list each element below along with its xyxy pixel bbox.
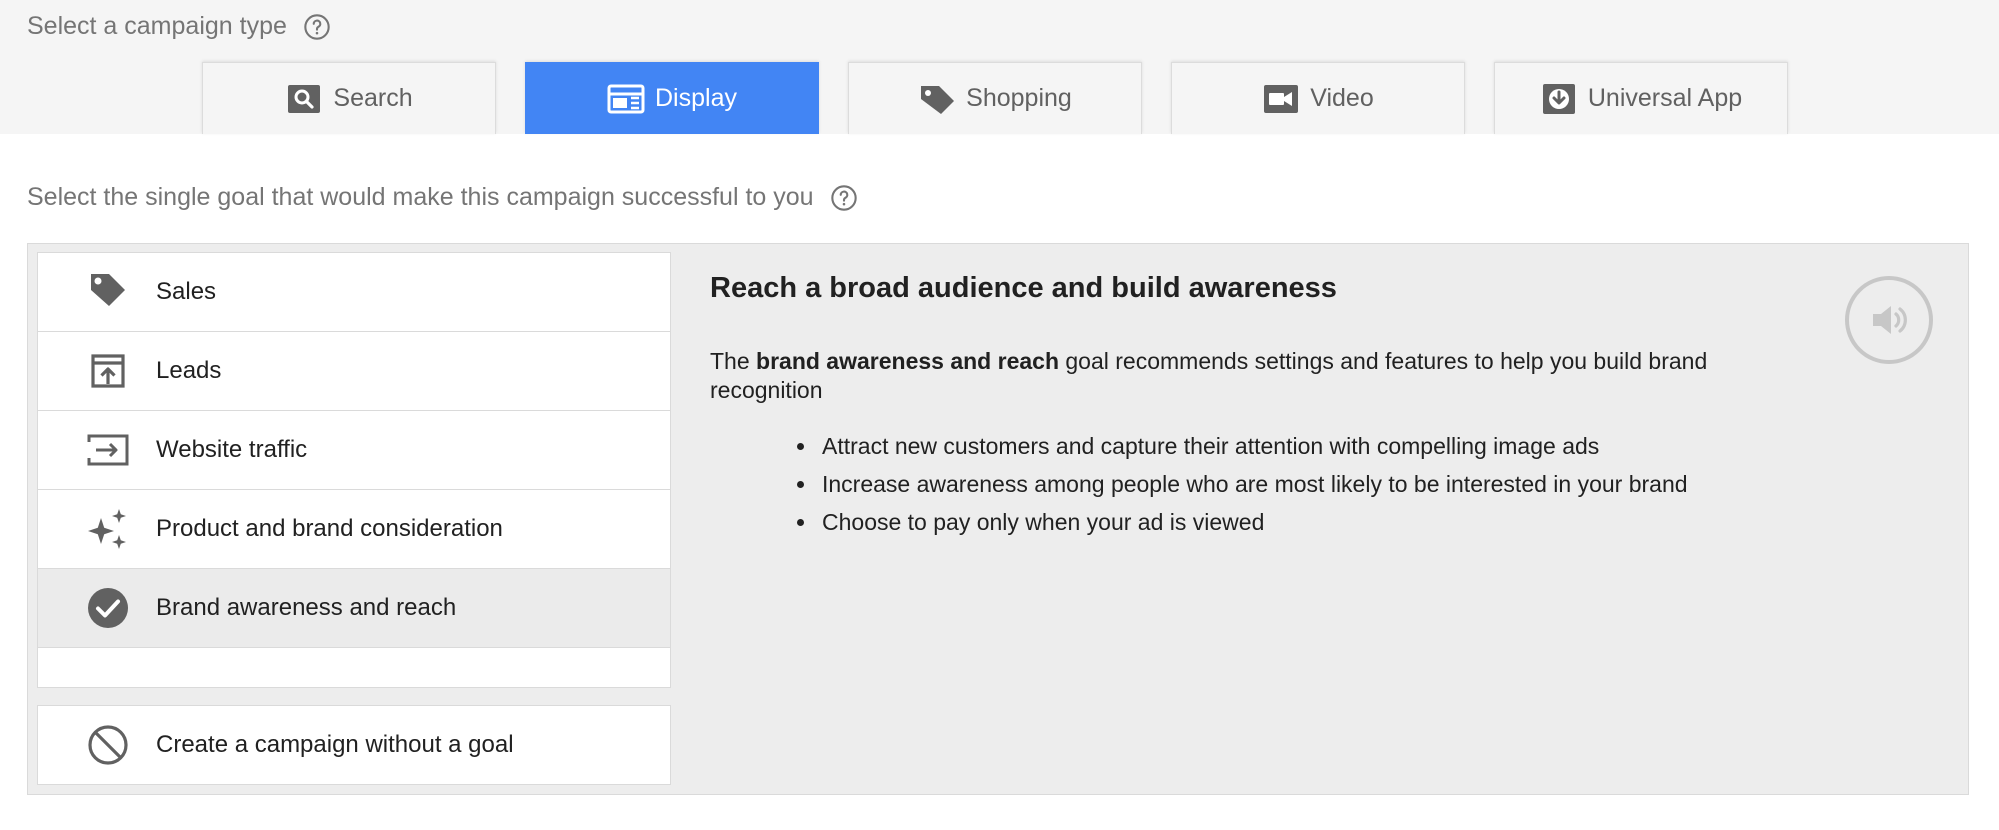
enter-arrow-icon [86,428,130,472]
detail-description: The brand awareness and reach goal recom… [710,347,1800,405]
upload-box-icon [86,349,130,393]
tab-shopping-label: Shopping [966,84,1072,112]
tab-shopping[interactable]: Shopping [848,62,1142,134]
block-icon [86,723,130,767]
goal-item-website-traffic[interactable]: Website traffic [38,411,670,490]
tab-search-label: Search [333,84,413,112]
campaign-type-tabs: Search Display Shopping Video Universal … [202,62,1817,134]
goal-item-label: Sales [156,278,217,305]
tab-search[interactable]: Search [202,62,496,134]
goal-item-label: Website traffic [156,436,308,463]
goal-label: Select the single goal that would make t… [27,183,858,212]
benefit-item: Attract new customers and capture their … [818,427,1800,465]
help-icon[interactable] [830,184,858,212]
tab-universal-app-label: Universal App [1587,84,1743,112]
speaker-icon [1873,306,1907,334]
benefit-list: Attract new customers and capture their … [710,427,1800,541]
sparkle-icon [86,507,130,551]
campaign-type-label-text: Select a campaign type [27,12,287,40]
no-goal-label: Create a campaign without a goal [156,731,514,758]
audio-button[interactable] [1845,276,1933,364]
detail-title: Reach a broad audience and build awarene… [710,272,1337,304]
detail-desc-prefix: The [710,348,757,374]
benefit-item: Increase awareness among people who are … [818,465,1800,503]
tab-video[interactable]: Video [1171,62,1465,134]
no-goal-option[interactable]: Create a campaign without a goal [37,705,671,785]
goal-item-consideration[interactable]: Product and brand consideration [38,490,670,569]
tab-universal-app[interactable]: Universal App [1494,62,1788,134]
goal-list: Sales Leads Website traffic Product and … [37,252,671,688]
goal-item-brand-awareness[interactable]: Brand awareness and reach [38,569,670,648]
goal-label-text: Select the single goal that would make t… [27,183,814,211]
goal-list-spacer [38,648,670,687]
help-icon[interactable] [303,13,331,41]
shopping-tag-icon [918,83,956,115]
check-circle-icon [86,586,130,630]
goal-item-label: Leads [156,357,222,384]
benefit-item: Choose to pay only when your ad is viewe… [818,503,1800,541]
tab-display-label: Display [655,84,737,112]
campaign-type-label: Select a campaign type [27,12,331,41]
tag-icon [86,270,130,314]
goal-detail: Reach a broad audience and build awarene… [710,272,1800,541]
goal-item-sales[interactable]: Sales [38,253,670,332]
app-download-icon [1540,83,1578,115]
video-camera-icon [1262,83,1300,115]
goal-item-label: Product and brand consideration [156,515,503,542]
goal-item-leads[interactable]: Leads [38,332,670,411]
tab-display[interactable]: Display [525,62,819,134]
display-icon [607,83,645,115]
detail-desc-bold: brand awareness and reach [756,348,1059,374]
tab-video-label: Video [1310,84,1374,112]
goal-item-label: Brand awareness and reach [156,594,457,621]
search-icon [285,83,323,115]
